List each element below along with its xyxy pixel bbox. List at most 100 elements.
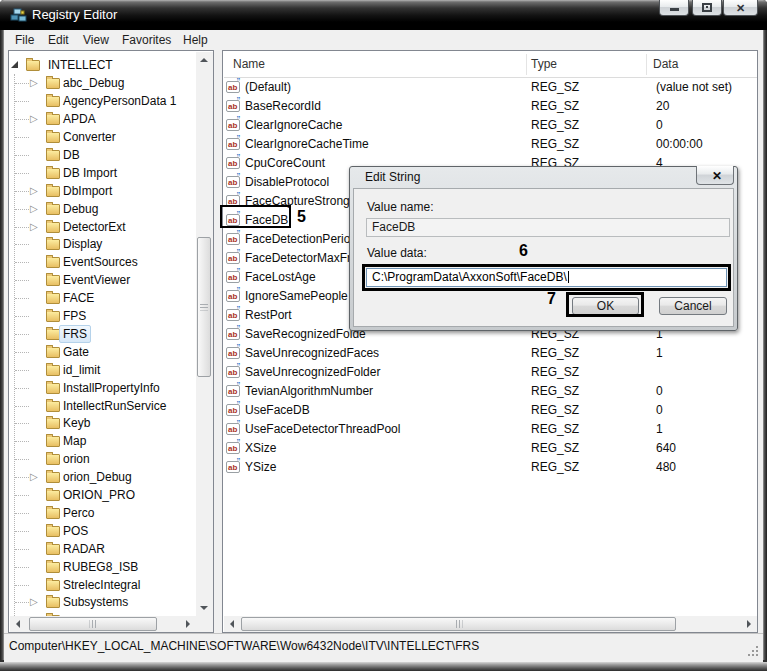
tree-item-Perco[interactable]: Perco <box>10 504 196 522</box>
tree-connector-stub <box>15 316 29 318</box>
registry-value-row[interactable]: ab”TevianAlgorithmNumberREG_SZ0 <box>224 382 757 401</box>
collapse-arrow-icon[interactable]: ▷ <box>30 469 38 485</box>
value-name-field[interactable]: FaceDB <box>366 218 730 237</box>
tree-item-Display[interactable]: Display <box>10 235 196 253</box>
tree-item-orion_Debug[interactable]: ▷orion_Debug <box>10 468 196 486</box>
tree-item-InstallPropertyInfo[interactable]: InstallPropertyInfo <box>10 379 196 397</box>
scroll-up-button[interactable] <box>196 52 212 68</box>
menu-help[interactable]: Help <box>183 30 208 50</box>
expand-arrow-icon[interactable] <box>11 61 18 68</box>
reg-sz-icon: ab” <box>226 385 240 397</box>
registry-value-row[interactable]: ab”BaseRecordIdREG_SZ20 <box>224 97 757 116</box>
value-data-label: Value data: <box>367 246 427 260</box>
registry-value-row[interactable]: ab”XSizeREG_SZ640 <box>224 439 757 458</box>
scroll-left-button[interactable] <box>224 616 240 632</box>
tree-item-FRS[interactable]: FRS <box>10 325 196 343</box>
tree-item-label: DB <box>63 147 80 163</box>
tree-item-label: RUBEG8_ISB <box>63 559 138 575</box>
menu-file[interactable]: File <box>15 30 34 50</box>
scroll-down-button[interactable] <box>196 600 212 616</box>
tree-item-ORION_PRO[interactable]: ORION_PRO <box>10 486 196 504</box>
tree-item-EventSources[interactable]: EventSources <box>10 253 196 271</box>
value-type: REG_SZ <box>531 401 579 420</box>
menu-edit[interactable]: Edit <box>48 30 69 50</box>
tree-item-id_limit[interactable]: id_limit <box>10 361 196 379</box>
tree-item-DbImport[interactable]: ▷DbImport <box>10 182 196 200</box>
minimize-button[interactable] <box>659 0 689 16</box>
close-button[interactable]: ✕ <box>723 0 758 16</box>
tree-connector-stub <box>15 173 29 175</box>
collapse-arrow-icon[interactable]: ▷ <box>30 201 38 217</box>
tree-vertical-scrollbar[interactable] <box>196 52 213 616</box>
tree-item-DB Import[interactable]: DB Import <box>10 164 196 182</box>
tree-item-RUBEG8_ISB[interactable]: RUBEG8_ISB <box>10 558 196 576</box>
tree-item-abc_Debug[interactable]: ▷abc_Debug <box>10 74 196 92</box>
tree-item-EventViewer[interactable]: EventViewer <box>10 271 196 289</box>
registry-value-row[interactable]: ab”SaveUnrecognizedFolderREG_SZ <box>224 363 757 382</box>
tree-connector-stub <box>15 459 29 461</box>
collapse-arrow-icon[interactable]: ▷ <box>30 594 38 610</box>
tree-item-Debug[interactable]: ▷Debug <box>10 200 196 218</box>
tree-item-Converter[interactable]: Converter <box>10 128 196 146</box>
reg-sz-icon: ab” <box>226 81 240 93</box>
tree-item-IntellectRunService[interactable]: IntellectRunService <box>10 397 196 415</box>
menu-favorites[interactable]: Favorites <box>122 30 171 50</box>
value-data: 1 <box>656 420 663 439</box>
dialog-close-button[interactable]: ✕ <box>696 166 734 185</box>
tree-item-APDA[interactable]: ▷APDA <box>10 110 196 128</box>
thumb-grip <box>90 620 97 628</box>
registry-value-row[interactable]: ab”SaveUnrecognizedFacesREG_SZ1 <box>224 344 757 363</box>
tree-item-FPS[interactable]: FPS <box>10 307 196 325</box>
title-bar[interactable]: Registry Editor ✕ <box>0 0 767 30</box>
dialog-title-bar[interactable]: Edit String ✕ <box>350 167 737 188</box>
registry-value-row[interactable]: ab”UseFaceDetectorThreadPoolREG_SZ1 <box>224 420 757 439</box>
collapse-arrow-icon[interactable]: ▷ <box>30 219 38 235</box>
registry-value-row[interactable]: ab”YSizeREG_SZ480 <box>224 458 757 477</box>
tree-item-DB[interactable]: DB <box>10 146 196 164</box>
tree-item-AgencyPersonData 1[interactable]: AgencyPersonData 1 <box>10 92 196 110</box>
list-hscroll-thumb[interactable] <box>241 617 676 631</box>
scroll-right-button[interactable] <box>180 616 196 632</box>
tree-item-INTELLECT[interactable]: INTELLECT <box>10 56 196 74</box>
arrow-right-icon <box>186 620 190 628</box>
tree-item-RADAR[interactable]: RADAR <box>10 540 196 558</box>
scroll-left-button[interactable] <box>10 616 26 632</box>
value-name: DisableProtocol <box>245 173 329 192</box>
tree-connector-stub <box>15 352 29 354</box>
column-separator[interactable] <box>646 54 647 75</box>
collapse-arrow-icon[interactable]: ▷ <box>30 111 38 127</box>
registry-value-row[interactable]: ab”ClearIgnoreCacheREG_SZ0 <box>224 116 757 135</box>
menu-bar: File Edit View Favorites Help <box>4 30 763 50</box>
maximize-button[interactable] <box>692 0 722 16</box>
collapse-arrow-icon[interactable]: ▷ <box>30 183 38 199</box>
cancel-button[interactable]: Cancel <box>659 297 727 315</box>
registry-value-row[interactable]: ab”ClearIgnoreCacheTimeREG_SZ00:00:00 <box>224 135 757 154</box>
collapse-arrow-icon[interactable]: ▷ <box>30 75 38 91</box>
tree-item-Subsystems[interactable]: ▷Subsystems <box>10 593 196 611</box>
minimize-icon <box>670 8 679 11</box>
tree-item-Map[interactable]: Map <box>10 432 196 450</box>
registry-value-row[interactable]: ab”(Default)REG_SZ(value not set) <box>224 78 757 97</box>
resize-grip[interactable] <box>747 645 759 657</box>
tree-hscroll-thumb[interactable] <box>29 617 157 631</box>
tree-item-DetectorExt[interactable]: ▷DetectorExt <box>10 218 196 236</box>
list-horizontal-scrollbar[interactable] <box>224 616 757 632</box>
tree-item-Keyb[interactable]: Keyb <box>10 414 196 432</box>
tree-item-FACE[interactable]: FACE <box>10 289 196 307</box>
tree-vscroll-thumb[interactable] <box>197 237 211 377</box>
column-separator[interactable] <box>526 54 527 75</box>
tree-item-StrelecIntegral[interactable]: StrelecIntegral <box>10 576 196 594</box>
tree-item-orion[interactable]: orion <box>10 450 196 468</box>
tree-item-Gate[interactable]: Gate <box>10 343 196 361</box>
column-header-type[interactable]: Type <box>531 52 557 77</box>
tree-connector-stub <box>15 334 29 336</box>
column-header-name[interactable]: Name <box>233 52 265 77</box>
window-border-bottom <box>0 662 767 671</box>
value-name: RestPort <box>245 306 292 325</box>
registry-value-row[interactable]: ab”UseFaceDBREG_SZ0 <box>224 401 757 420</box>
tree-item-POS[interactable]: POS <box>10 522 196 540</box>
menu-view[interactable]: View <box>83 30 109 50</box>
scroll-right-button[interactable] <box>741 616 757 632</box>
column-header-data[interactable]: Data <box>653 52 678 77</box>
tree-horizontal-scrollbar[interactable] <box>10 616 196 632</box>
